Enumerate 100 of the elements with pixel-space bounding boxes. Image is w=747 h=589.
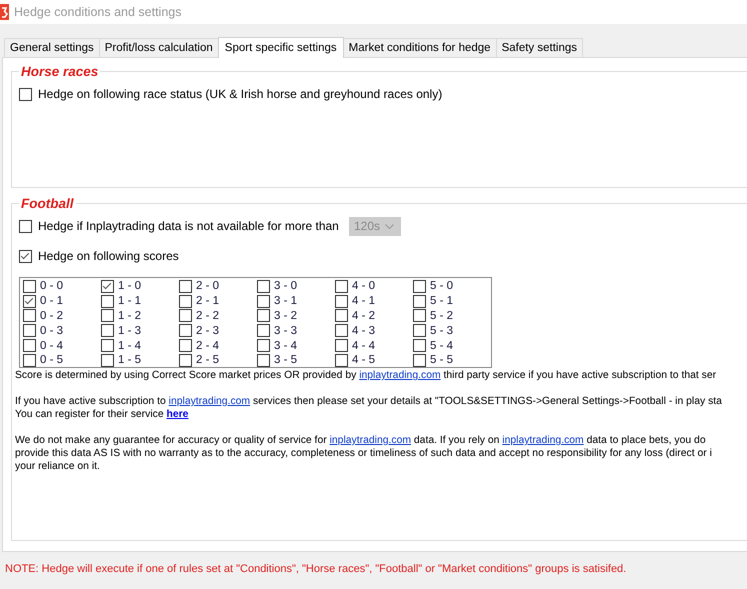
score-label: 4 - 3 <box>352 324 376 337</box>
score-label: 5 - 3 <box>430 324 454 337</box>
checkbox[interactable] <box>101 280 114 293</box>
score-label: 3 - 0 <box>274 280 298 292</box>
checkbox[interactable] <box>257 324 270 338</box>
checkbox[interactable] <box>101 339 114 352</box>
info-text: third party service if you have active subscription to that ser <box>442 370 716 381</box>
checkbox[interactable] <box>23 324 36 338</box>
score-label: 4 - 1 <box>352 295 376 308</box>
score-label: 5 - 0 <box>430 280 454 292</box>
checkbox[interactable] <box>23 309 36 322</box>
window-title: Hedge conditions and settings <box>14 5 182 19</box>
checkbox[interactable] <box>19 220 32 232</box>
info-text: You can register for their service <box>15 409 165 420</box>
score-label: 1 - 5 <box>118 354 142 366</box>
checkbox-label: Hedge on following scores <box>38 249 179 263</box>
info-text: If you have active subscription to <box>15 396 167 407</box>
checkbox[interactable] <box>335 309 348 322</box>
info-text: Score is determined by using Correct Score market prices OR provided by <box>15 370 358 381</box>
checkbox[interactable] <box>335 294 348 308</box>
score-label: 4 - 5 <box>352 354 376 366</box>
checkbox[interactable] <box>179 339 192 352</box>
checkbox[interactable] <box>257 339 270 352</box>
score-label: 3 - 2 <box>274 310 298 322</box>
checkbox[interactable] <box>23 339 36 352</box>
note-text: NOTE: Hedge will execute if one of rules set at "Conditions", "Horse races", "Football" or "Market conditions" groups is satisifed. <box>4 562 628 575</box>
info-text: data. If you rely on <box>412 435 500 446</box>
checkbox[interactable] <box>23 354 36 367</box>
score-label: 2 - 4 <box>196 340 220 352</box>
score-label: 1 - 0 <box>118 280 142 292</box>
checkbox[interactable] <box>335 324 348 338</box>
score-label: 2 - 5 <box>196 354 220 366</box>
checkbox[interactable] <box>335 280 348 293</box>
checkbox[interactable] <box>335 339 348 352</box>
checkbox[interactable] <box>179 324 192 338</box>
tab[interactable]: General settings <box>4 38 100 57</box>
checkbox[interactable] <box>23 280 36 293</box>
chevron-down-icon <box>385 224 394 228</box>
score-label: 2 - 1 <box>196 295 220 308</box>
score-label: 3 - 4 <box>274 340 298 352</box>
link[interactable]: inplaytrading.com <box>502 435 584 446</box>
checkbox[interactable] <box>257 354 270 367</box>
checkbox[interactable] <box>19 88 32 100</box>
checkbox[interactable] <box>101 354 114 367</box>
score-label: 5 - 4 <box>430 340 454 352</box>
info-text: We do not make any guarantee for accuracy or quality of service for <box>15 435 328 446</box>
score-label: 5 - 2 <box>430 310 454 322</box>
score-label: 0 - 4 <box>40 340 64 352</box>
score-label: 1 - 2 <box>118 310 142 322</box>
score-label: 0 - 0 <box>40 280 64 292</box>
checkbox[interactable] <box>179 309 192 322</box>
score-label: 3 - 3 <box>274 324 298 337</box>
score-label: 2 - 2 <box>196 310 220 322</box>
score-label: 0 - 2 <box>40 310 64 322</box>
info-text: services then please set your details at "TOOLS&SETTINGS->General Settings->Football - in play sta <box>252 396 722 407</box>
score-label: 0 - 5 <box>40 354 64 366</box>
link[interactable]: inplaytrading.com <box>359 370 441 381</box>
score-label: 1 - 1 <box>118 295 142 308</box>
checkbox[interactable] <box>335 354 348 367</box>
score-label: 5 - 1 <box>430 295 454 308</box>
info-text: data to place bets, you do <box>586 435 706 446</box>
score-label: 4 - 4 <box>352 340 376 352</box>
link[interactable]: inplaytrading.com <box>330 435 412 446</box>
checkbox[interactable] <box>257 309 270 322</box>
score-label: 5 - 5 <box>430 354 454 366</box>
group-title: Football <box>20 196 75 211</box>
info-text: your reliance on it. <box>15 461 100 472</box>
info-text: provide this data AS IS with no warranty as to the accuracy, completeness or timeliness of such data and accept no responsibility for any loss (direct or i <box>15 448 712 459</box>
tab[interactable]: Sport specific settings <box>218 37 344 58</box>
score-label: 2 - 3 <box>196 324 220 337</box>
link[interactable]: inplaytrading.com <box>168 396 250 407</box>
group-title: Horse races <box>20 64 100 79</box>
checkbox[interactable] <box>23 294 36 308</box>
score-label: 4 - 2 <box>352 310 376 322</box>
checkbox[interactable] <box>179 294 192 308</box>
score-label: 1 - 3 <box>118 324 142 337</box>
score-label: 1 - 4 <box>118 340 142 352</box>
score-label: 0 - 3 <box>40 324 64 337</box>
checkbox[interactable] <box>257 280 270 293</box>
checkbox-label: Hedge if Inplaytrading data is not available for more than <box>38 219 340 233</box>
score-label: 2 - 0 <box>196 280 220 292</box>
score-label: 3 - 5 <box>274 354 298 366</box>
checkbox[interactable] <box>413 324 426 338</box>
checkbox[interactable] <box>413 309 426 322</box>
checkbox[interactable] <box>101 309 114 322</box>
link[interactable]: here <box>166 409 188 420</box>
checkbox[interactable] <box>101 294 114 308</box>
checkbox[interactable] <box>179 280 192 293</box>
checkbox[interactable] <box>257 294 270 308</box>
checkbox[interactable] <box>19 250 32 262</box>
checkbox[interactable] <box>413 354 426 367</box>
checkbox[interactable] <box>413 294 426 308</box>
checkbox[interactable] <box>413 280 426 293</box>
score-label: 0 - 1 <box>40 295 64 308</box>
checkbox[interactable] <box>101 324 114 338</box>
checkbox-label: Hedge on following race status (UK & Irish horse and greyhound races only) <box>38 87 442 101</box>
checkbox[interactable] <box>413 339 426 352</box>
score-label: 4 - 0 <box>352 280 376 292</box>
tab[interactable]: Safety settings <box>496 38 583 57</box>
checkbox[interactable] <box>179 354 192 367</box>
